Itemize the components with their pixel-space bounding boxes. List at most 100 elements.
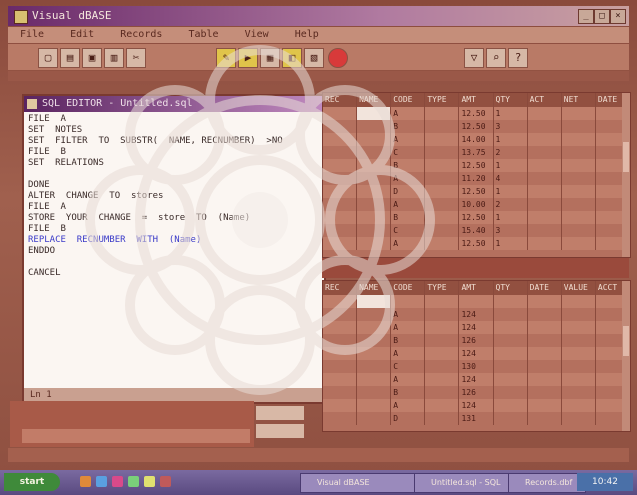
table-cell[interactable] (562, 295, 596, 308)
table-cell[interactable] (494, 360, 528, 373)
table-cell[interactable]: C (391, 146, 426, 159)
table-cell[interactable] (357, 172, 392, 185)
table-cell[interactable] (425, 237, 460, 250)
table-cell[interactable] (528, 295, 562, 308)
table-cell[interactable] (357, 360, 392, 373)
table-cell[interactable]: C (391, 360, 426, 373)
lower-grid-scrollbar[interactable] (622, 281, 630, 431)
quicklaunch-mail-icon[interactable] (96, 476, 107, 487)
start-button[interactable]: start (4, 473, 60, 491)
table-cell[interactable] (357, 412, 392, 425)
table-cell[interactable]: 2 (494, 198, 528, 211)
table-cell[interactable] (425, 172, 460, 185)
table-cell[interactable] (357, 399, 392, 412)
table-cell[interactable] (562, 347, 596, 360)
table-row[interactable]: A 124 (323, 308, 630, 321)
table-cell[interactable] (425, 211, 460, 224)
find-icon[interactable]: ⌕ (486, 48, 506, 68)
table-row[interactable]: A 124 (323, 321, 630, 334)
table-cell[interactable] (494, 399, 528, 412)
column-header[interactable]: REC (323, 281, 358, 295)
table-cell[interactable] (425, 360, 460, 373)
table-cell[interactable] (323, 386, 358, 399)
task-records[interactable]: Records.dbf (508, 473, 586, 493)
table-cell[interactable]: 126 (459, 334, 494, 347)
table-cell[interactable] (528, 334, 562, 347)
column-header[interactable]: REC (323, 93, 358, 107)
table-row[interactable]: B 126 (323, 386, 630, 399)
quicklaunch-media-icon[interactable] (112, 476, 123, 487)
table-cell[interactable] (357, 159, 392, 172)
menu-file[interactable]: File (20, 29, 44, 40)
table-cell[interactable] (494, 412, 528, 425)
table-cell[interactable]: A (391, 107, 426, 120)
table-cell[interactable] (528, 198, 562, 211)
table-cell[interactable] (528, 146, 562, 159)
column-header[interactable]: DATE (528, 281, 562, 295)
table-row[interactable]: A 11.20 4 (323, 172, 630, 185)
table-cell[interactable] (528, 159, 562, 172)
table-cell[interactable]: 1 (494, 237, 528, 250)
table-cell[interactable]: 12.50 (459, 120, 494, 133)
table-cell[interactable]: 124 (459, 347, 494, 360)
table-cell[interactable]: 1 (494, 211, 528, 224)
table-row[interactable]: A 12.50 1 (323, 237, 630, 250)
table-cell[interactable] (562, 373, 596, 386)
table-cell[interactable] (357, 120, 392, 133)
table-cell[interactable]: D (391, 412, 426, 425)
table-row[interactable]: A 10.00 2 (323, 198, 630, 211)
table-cell[interactable]: 12.50 (459, 211, 494, 224)
table-cell[interactable] (528, 386, 562, 399)
upper-grid-scrollbar[interactable] (622, 93, 630, 257)
column-header[interactable]: NAME (357, 93, 392, 107)
table-cell[interactable]: B (391, 120, 426, 133)
table-cell[interactable] (562, 412, 596, 425)
table-cell[interactable]: 124 (459, 373, 494, 386)
table-cell[interactable]: A (391, 347, 426, 360)
table-cell[interactable] (562, 146, 596, 159)
quicklaunch-browser-icon[interactable] (80, 476, 91, 487)
table-cell[interactable]: 4 (494, 172, 528, 185)
print-icon[interactable]: ▥ (104, 48, 124, 68)
table-row[interactable]: D 12.50 1 (323, 185, 630, 198)
table-cell[interactable]: 131 (459, 412, 494, 425)
command-input[interactable] (22, 429, 250, 443)
table-cell[interactable]: 12.50 (459, 185, 494, 198)
menu-view[interactable]: View (245, 29, 269, 40)
table-cell[interactable]: 13.75 (459, 146, 494, 159)
table-row[interactable]: B 12.50 1 (323, 159, 630, 172)
table-cell[interactable]: 3 (494, 120, 528, 133)
table-cell[interactable]: B (391, 334, 426, 347)
table-cell[interactable]: C (391, 224, 426, 237)
table-cell[interactable] (528, 237, 562, 250)
table-cell[interactable] (562, 334, 596, 347)
table-cell[interactable] (528, 224, 562, 237)
table-cell[interactable]: 124 (459, 399, 494, 412)
table-cell[interactable] (494, 334, 528, 347)
column-header[interactable]: NAME (357, 281, 392, 295)
table-cell[interactable] (323, 211, 358, 224)
table-cell[interactable] (323, 347, 358, 360)
table-cell[interactable] (562, 211, 596, 224)
table-row[interactable]: A 124 (323, 373, 630, 386)
column-header[interactable]: TYPE (425, 93, 460, 107)
table-cell[interactable]: 1 (494, 107, 528, 120)
table-cell[interactable] (562, 386, 596, 399)
column-header[interactable]: QTY (494, 281, 528, 295)
table-cell[interactable] (323, 399, 358, 412)
table-cell[interactable] (494, 347, 528, 360)
table-cell[interactable] (425, 198, 460, 211)
table-cell[interactable]: D (391, 185, 426, 198)
table-cell[interactable] (494, 321, 528, 334)
table-cell[interactable] (494, 295, 528, 308)
table-cell[interactable]: 130 (459, 360, 494, 373)
column-header[interactable]: CODE (391, 281, 426, 295)
table-cell[interactable] (357, 237, 392, 250)
table-cell[interactable] (323, 321, 358, 334)
stop-icon[interactable] (328, 48, 348, 68)
table-cell[interactable]: 11.20 (459, 172, 494, 185)
nav-record-box-2[interactable] (256, 424, 304, 438)
table-cell[interactable] (562, 224, 596, 237)
table-cell[interactable] (357, 321, 392, 334)
cut-icon[interactable]: ✂ (126, 48, 146, 68)
